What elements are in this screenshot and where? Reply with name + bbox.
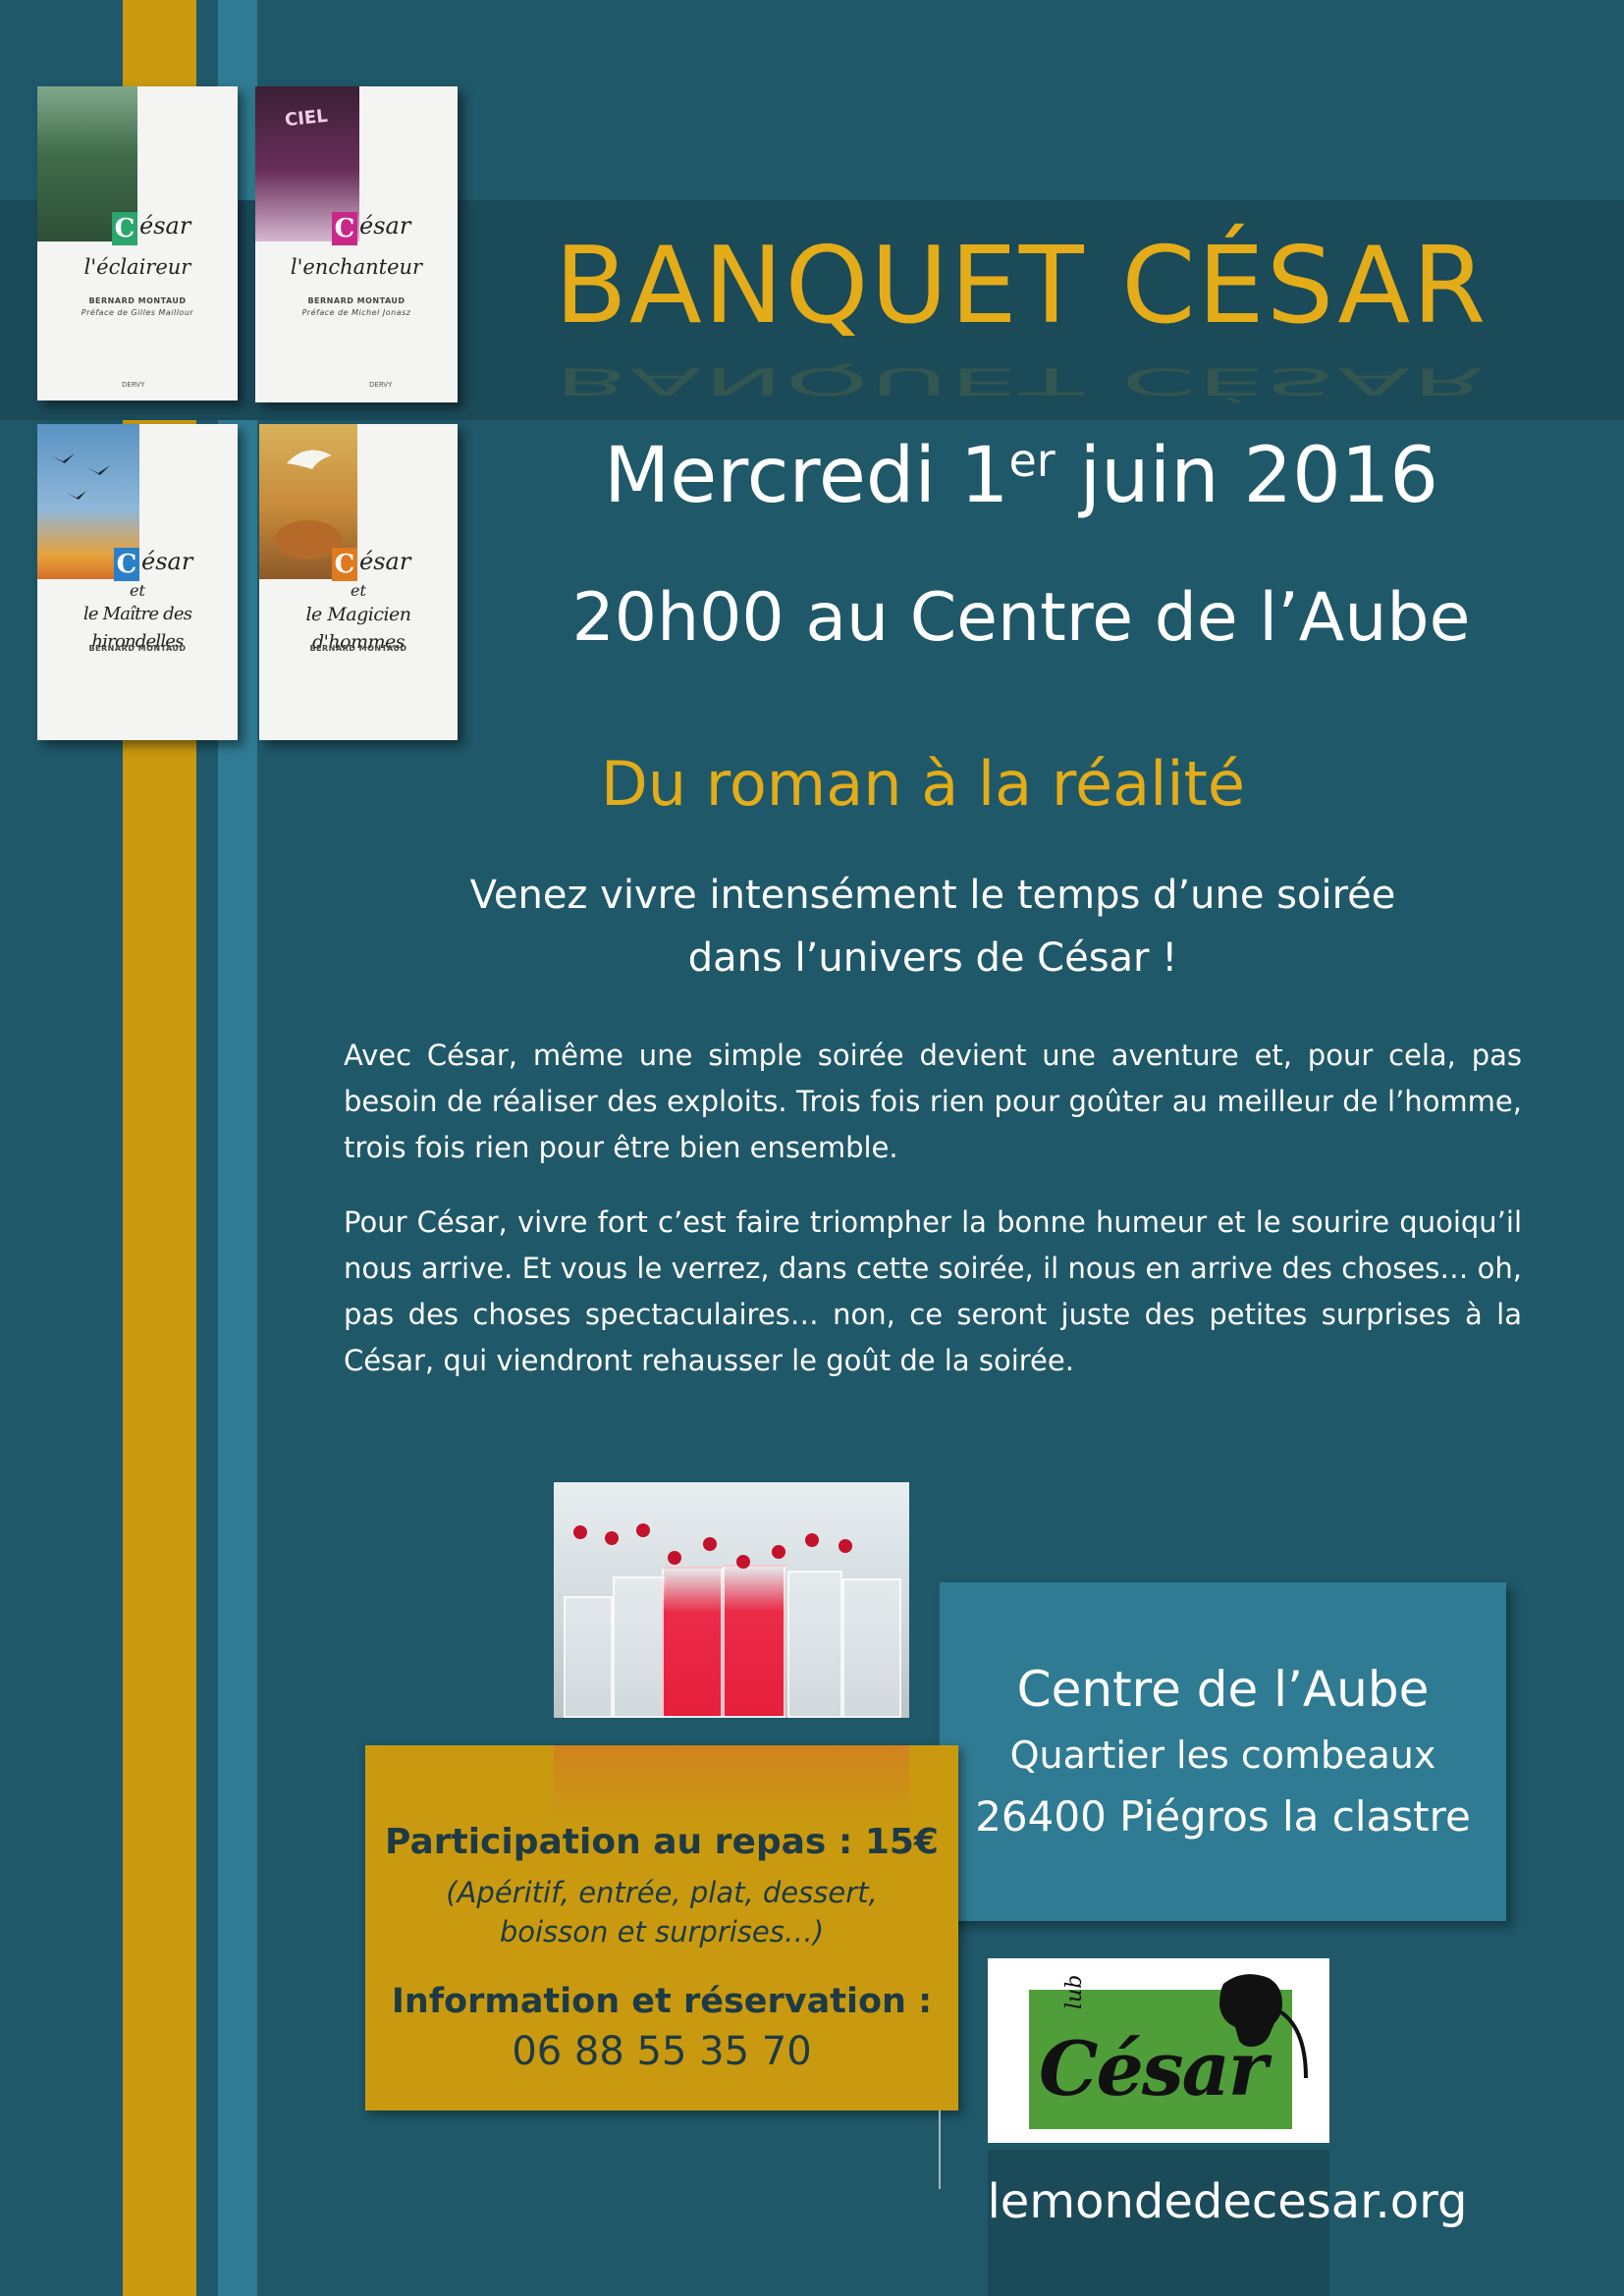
cherry-icon: [772, 1545, 785, 1559]
book-author: BERNARD MONTAUD: [307, 296, 406, 305]
book-title: ésar: [359, 548, 411, 575]
event-title: BANQUET CÉSAR: [554, 225, 1489, 347]
book-cover-magicien: C ésar et le Magicien d'hommes BERNARD M…: [259, 424, 458, 740]
red-cocktail-glass: [662, 1567, 723, 1718]
book-title: ésar: [359, 212, 411, 240]
website-link[interactable]: lemondedecesar.org: [943, 2174, 1512, 2229]
book-title: ésar: [139, 212, 191, 240]
logo-club-text: lub: [1062, 1974, 1087, 2009]
cherry-icon: [839, 1539, 852, 1553]
photo-reflection: [554, 1745, 909, 1824]
club-cesar-logo: lub César: [988, 1958, 1329, 2143]
glass: [564, 1596, 613, 1718]
cherry-icon: [573, 1525, 587, 1539]
event-date: Mercredi 1er juin 2016: [603, 432, 1438, 520]
book-author: BERNARD MONTAUD: [88, 296, 187, 305]
description-paragraph-1: Avec César, même une simple soirée devie…: [344, 1039, 1522, 1164]
price-box: Participation au repas : 15€ (Apéritif, …: [365, 1745, 958, 2110]
book-publisher: DERVY: [369, 381, 393, 389]
cherry-icon: [805, 1533, 819, 1547]
book-publisher: DERVY: [122, 381, 145, 389]
cherry-icon: [605, 1531, 619, 1545]
divider-line: [939, 2110, 941, 2189]
book-cover-enchanteur: CIEL C ésar l'enchanteur BERNARD MONTAUD…: [255, 86, 458, 402]
cherry-icon: [636, 1523, 650, 1537]
hopscotch-word: CIEL: [284, 105, 329, 132]
red-cocktail-glass: [723, 1565, 785, 1718]
book-title: ésar: [141, 548, 193, 575]
price-detail-2: boisson et surprises…): [499, 1915, 825, 1949]
address-name: Centre de l’Aube: [1016, 1661, 1430, 1718]
price-detail-1: (Apéritif, entrée, plat, dessert,: [446, 1876, 878, 1909]
event-time-place: 20h00 au Centre de l’Aube: [571, 579, 1471, 657]
description-paragraph-2: Pour César, vivre fort c’est faire triom…: [344, 1205, 1522, 1377]
book-subtitle: l'enchanteur: [290, 255, 423, 279]
event-tagline: Venez vivre intensément le temps d’une s…: [469, 873, 1396, 981]
book-preface: Préface de Gilles Maillour: [81, 308, 194, 317]
glass: [787, 1571, 842, 1718]
event-subtitle: Du roman à la réalité: [601, 748, 1245, 820]
address-line-1: Quartier les combeaux: [1009, 1734, 1436, 1777]
phone-number: 06 88 55 35 70: [512, 2029, 812, 2074]
book-author: BERNARD MONTAUD: [88, 644, 187, 653]
price-line: Participation au repas : 15€: [385, 1822, 939, 1862]
cherry-icon: [668, 1551, 681, 1565]
address-box: Centre de l’Aube Quartier les combeaux 2…: [940, 1582, 1506, 1921]
cherry-icon: [736, 1555, 750, 1569]
glass: [842, 1578, 901, 1718]
book-preface: Préface de Michel Jonasz: [301, 308, 411, 317]
glass: [613, 1576, 666, 1718]
silhouette-icon: [1219, 1974, 1308, 2079]
event-title-reflection: BANQUET CÉSAR: [554, 359, 1489, 403]
cherry-icon: [703, 1537, 717, 1551]
book-cover-eclaireur: C ésar l'éclaireur BERNARD MONTAUD Préfa…: [37, 86, 238, 400]
book-author: BERNARD MONTAUD: [309, 644, 407, 653]
book-subtitle: l'éclaireur: [83, 255, 191, 279]
cocktails-photo: [554, 1482, 909, 1718]
address-line-2: 26400 Piégros la clastre: [975, 1792, 1471, 1841]
book-cover-hirondelles: C ésar et le Maître des hirondelles BERN…: [37, 424, 238, 740]
info-label: Information et réservation :: [391, 1982, 933, 2021]
